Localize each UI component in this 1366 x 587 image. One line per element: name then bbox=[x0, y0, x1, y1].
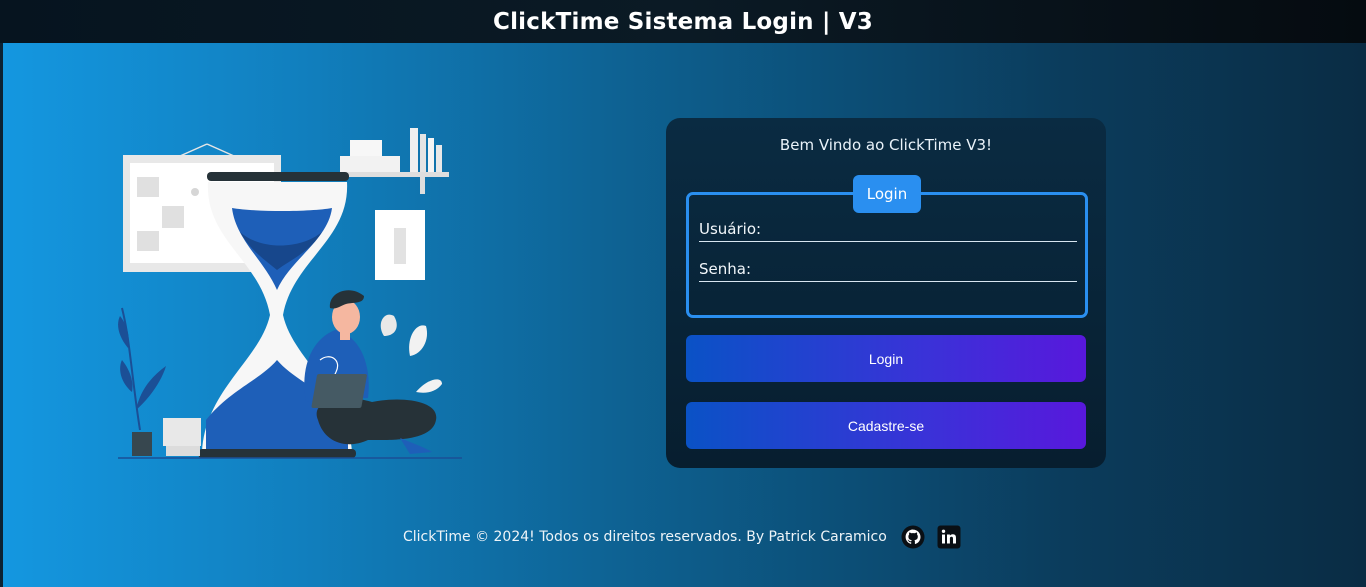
linkedin-icon[interactable] bbox=[937, 525, 961, 549]
floor-boxes bbox=[163, 418, 201, 456]
picture-frame bbox=[375, 210, 425, 280]
hourglass-illustration bbox=[118, 128, 462, 459]
username-input[interactable]: Usuário: bbox=[699, 217, 1077, 242]
register-button[interactable]: Cadastre-se bbox=[686, 402, 1086, 449]
person-with-laptop bbox=[304, 290, 442, 454]
footer-copyright: ClickTime © 2024! Todos os direitos rese… bbox=[403, 529, 887, 545]
password-input[interactable]: Senha: bbox=[699, 257, 1077, 282]
login-card: Bem Vindo ao ClickTime V3! Login Usuário… bbox=[666, 118, 1106, 468]
page-title: ClickTime Sistema Login | V3 bbox=[493, 8, 873, 35]
wall-shelf bbox=[337, 128, 449, 194]
plant-left bbox=[118, 307, 166, 456]
login-fieldset: Login Usuário: Senha: bbox=[686, 175, 1088, 318]
login-button[interactable]: Login bbox=[686, 335, 1086, 382]
login-legend: Login bbox=[853, 175, 921, 213]
top-header: ClickTime Sistema Login | V3 bbox=[0, 0, 1366, 43]
welcome-message: Bem Vindo ao ClickTime V3! bbox=[779, 136, 993, 154]
footer: ClickTime © 2024! Todos os direitos rese… bbox=[403, 522, 961, 552]
github-icon[interactable] bbox=[901, 525, 925, 549]
